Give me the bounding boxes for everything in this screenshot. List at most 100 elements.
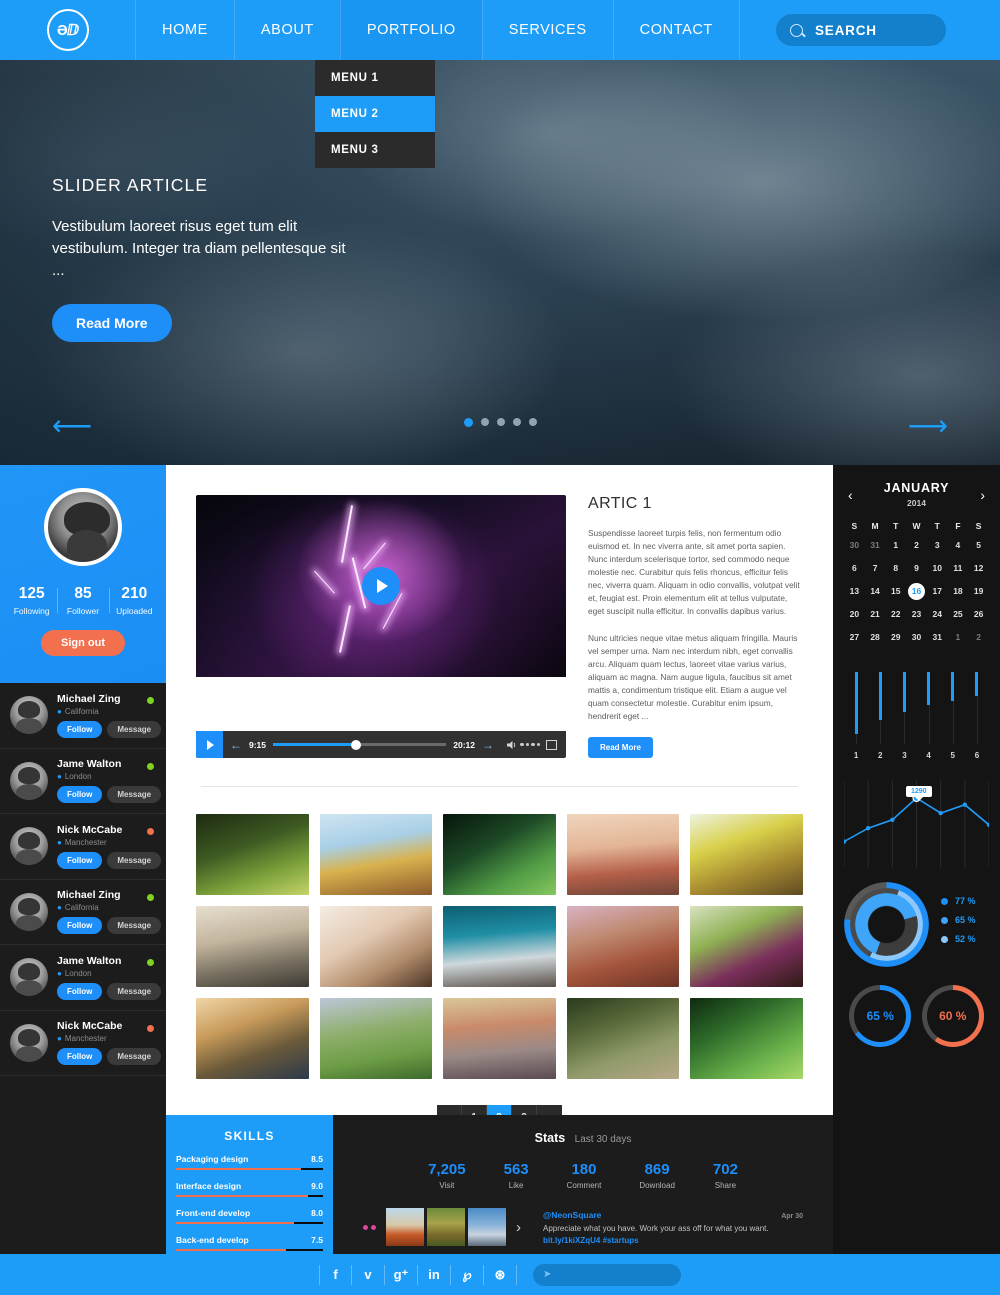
calendar-next-icon[interactable]: › <box>976 487 989 503</box>
calendar-day[interactable]: 24 <box>927 606 948 623</box>
calendar-prev-icon[interactable]: ‹ <box>844 487 857 503</box>
calendar-day[interactable]: 16 <box>907 583 925 600</box>
gallery-thumbnail-snow-mountains[interactable] <box>443 906 556 987</box>
linkedin-icon[interactable]: in <box>418 1264 451 1285</box>
tweet-handle[interactable]: @NeonSquare <box>543 1210 601 1220</box>
gallery-thumbnail-green-hills[interactable] <box>319 998 433 1079</box>
calendar-day[interactable]: 17 <box>927 583 948 600</box>
twitter-icon[interactable]: ᴠ <box>352 1264 385 1285</box>
slider-dot-3[interactable] <box>496 418 505 426</box>
dribbble-icon[interactable]: ⊛ <box>484 1264 517 1285</box>
pinterest-icon[interactable]: ℘ <box>451 1264 484 1285</box>
dropdown-item-2[interactable]: MENU 2 <box>315 96 435 132</box>
calendar-day[interactable]: 30 <box>844 537 865 554</box>
calendar-day[interactable]: 12 <box>968 560 989 577</box>
follow-button[interactable]: Follow <box>57 720 103 738</box>
fullscreen-icon[interactable] <box>546 739 557 750</box>
calendar-day[interactable]: 26 <box>968 606 989 623</box>
calendar-day[interactable]: 5 <box>968 537 989 554</box>
message-input[interactable]: ➤ <box>533 1263 681 1286</box>
video-play-icon[interactable] <box>196 731 223 758</box>
tweet-next-icon[interactable]: › <box>516 1219 521 1236</box>
calendar-day[interactable]: 25 <box>948 606 969 623</box>
calendar-day[interactable]: 8 <box>885 560 906 577</box>
calendar-day[interactable]: 6 <box>844 560 865 577</box>
nav-item-services[interactable]: SERVICES <box>481 0 613 60</box>
gallery-thumbnail-golden-gate-bridge[interactable] <box>566 814 680 895</box>
calendar-day[interactable]: 14 <box>865 583 886 600</box>
calendar-day[interactable]: 28 <box>865 629 886 646</box>
calendar-day[interactable]: 2 <box>968 629 989 646</box>
calendar-day[interactable]: 13 <box>844 583 865 600</box>
contact-row[interactable]: Jame Walton ● London Follow Message <box>0 749 166 814</box>
contact-row[interactable]: Jame Walton ● London Follow Message <box>0 945 166 1011</box>
gallery-thumbnail-canoe-boat[interactable] <box>690 814 803 895</box>
calendar-day[interactable]: 22 <box>885 606 906 623</box>
calendar-day[interactable]: 7 <box>865 560 886 577</box>
gallery-thumbnail-hot-air-balloon[interactable] <box>319 814 433 895</box>
article-read-more-button[interactable]: Read More <box>588 737 653 758</box>
calendar-day[interactable]: 21 <box>865 606 886 623</box>
calendar-day[interactable]: 11 <box>948 560 969 577</box>
calendar-day[interactable]: 19 <box>968 583 989 600</box>
calendar-day[interactable]: 10 <box>927 560 948 577</box>
nav-item-portfolio[interactable]: PORTFOLIO <box>339 0 482 69</box>
gallery-thumbnail-vegetables[interactable] <box>690 906 803 987</box>
calendar-day[interactable]: 18 <box>948 583 969 600</box>
message-button[interactable]: Message <box>107 982 162 1000</box>
tweet-thumbnail-desert-dunes[interactable] <box>386 1208 424 1246</box>
gallery-thumbnail-tea-cup[interactable] <box>319 906 433 987</box>
video-player[interactable]: ← 9:15 20:12 → <box>196 495 566 758</box>
video-progress-knob[interactable] <box>351 739 362 750</box>
contact-row[interactable]: Nick McCabe ● Manchester Follow Message <box>0 1011 166 1076</box>
slider-dot-5[interactable] <box>528 418 537 426</box>
facebook-icon[interactable]: f <box>319 1264 352 1285</box>
logo[interactable]: Əⅅ <box>0 0 135 60</box>
calendar-day[interactable]: 30 <box>906 629 927 646</box>
calendar-day[interactable]: 4 <box>948 537 969 554</box>
message-button[interactable]: Message <box>107 851 162 869</box>
rewind-icon[interactable]: ← <box>223 738 249 752</box>
calendar-day[interactable]: 1 <box>948 629 969 646</box>
tweet-thumbnail-field-animal[interactable] <box>427 1208 465 1246</box>
calendar-day[interactable]: 1 <box>885 537 906 554</box>
gallery-thumbnail-forest[interactable] <box>196 814 309 895</box>
search-box[interactable]: SEARCH <box>776 14 946 46</box>
calendar-day[interactable]: 23 <box>906 606 927 623</box>
tweet-link[interactable]: bit.ly/1kiXZqU4 #startups <box>543 1236 803 1245</box>
tweet-pager-dots[interactable] <box>363 1224 376 1230</box>
gallery-thumbnail-colorful-street[interactable] <box>443 998 556 1079</box>
calendar-day[interactable]: 2 <box>906 537 927 554</box>
slider-dot-2[interactable] <box>480 418 489 426</box>
follow-button[interactable]: Follow <box>57 851 103 869</box>
tweet-thumbnail-mountain-sky[interactable] <box>468 1208 506 1246</box>
calendar-day[interactable]: 29 <box>885 629 906 646</box>
calendar-day[interactable]: 31 <box>865 537 886 554</box>
gallery-thumbnail-mountain-valley[interactable] <box>196 906 309 987</box>
gallery-thumbnail-tree-alley[interactable] <box>196 998 309 1079</box>
gallery-thumbnail-forest-trail[interactable] <box>566 998 680 1079</box>
slider-dot-1[interactable] <box>463 418 473 427</box>
calendar-day[interactable]: 20 <box>844 606 865 623</box>
video-progress-track[interactable] <box>273 739 447 750</box>
calendar-day[interactable]: 3 <box>927 537 948 554</box>
follow-button[interactable]: Follow <box>57 1048 103 1066</box>
googleplus-icon[interactable]: g⁺ <box>385 1264 418 1285</box>
calendar-day[interactable]: 9 <box>906 560 927 577</box>
hero-read-more-button[interactable]: Read More <box>52 304 172 342</box>
follow-button[interactable]: Follow <box>57 786 103 804</box>
calendar-day[interactable]: 15 <box>885 583 906 600</box>
forward-icon[interactable]: → <box>475 738 501 752</box>
nav-item-about[interactable]: ABOUT <box>233 0 340 60</box>
contact-row[interactable]: Michael Zing ● California Follow Message <box>0 880 166 945</box>
sign-out-button[interactable]: Sign out <box>41 630 125 656</box>
gallery-thumbnail-dew-leaf[interactable] <box>690 998 803 1079</box>
contact-row[interactable]: Nick McCabe ● Manchester Follow Message <box>0 814 166 880</box>
slider-dot-4[interactable] <box>512 418 521 426</box>
contact-row[interactable]: Michael Zing ● California Follow Message <box>0 683 166 749</box>
message-button[interactable]: Message <box>107 786 162 804</box>
nav-item-home[interactable]: HOME <box>135 0 234 60</box>
nav-item-contact[interactable]: CONTACT <box>612 0 740 60</box>
play-button[interactable] <box>362 567 400 605</box>
message-button[interactable]: Message <box>107 917 162 935</box>
